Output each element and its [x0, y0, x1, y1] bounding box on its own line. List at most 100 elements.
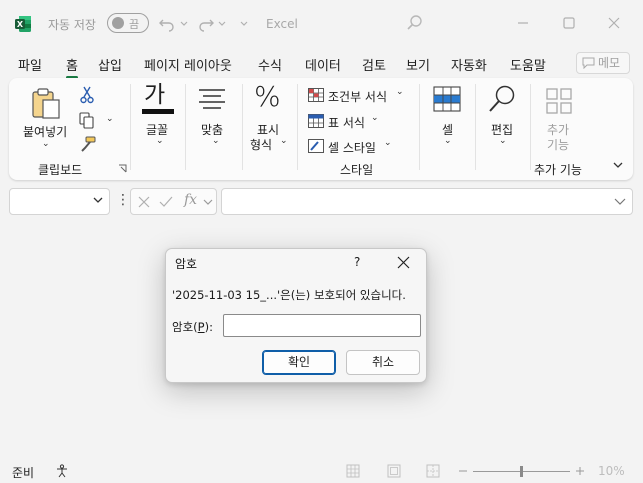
function-dropdown-icon[interactable] [203, 198, 213, 206]
cell-styles-icon[interactable] [308, 139, 324, 153]
cell-styles-label[interactable]: 셀 스타일 [328, 139, 376, 156]
tab-insert[interactable]: 삽입 [98, 55, 122, 74]
autosave-label: 자동 저장 [48, 18, 96, 32]
tab-help[interactable]: 도움말 [510, 55, 546, 74]
normal-view-icon[interactable] [346, 464, 360, 478]
copy-dropdown-icon[interactable]: ⌄ [106, 114, 114, 124]
undo-dropdown-icon[interactable] [180, 14, 188, 32]
ribbon-separator [419, 84, 420, 170]
insert-function-icon[interactable]: fx [184, 192, 197, 208]
cells-dropdown-icon[interactable]: ⌄ [444, 136, 452, 146]
editing-icon[interactable] [487, 84, 519, 114]
tab-automate[interactable]: 자동화 [451, 55, 487, 74]
password-input[interactable] [223, 314, 421, 337]
ribbon-separator [185, 84, 186, 170]
tab-formulas[interactable]: 수식 [258, 55, 282, 74]
paste-dropdown-icon[interactable]: ⌄ [42, 139, 50, 149]
ribbon-separator [530, 84, 531, 170]
password-label-accesskey: P [197, 320, 205, 334]
tab-review[interactable]: 검토 [362, 55, 386, 74]
minimize-icon[interactable] [513, 13, 533, 33]
paste-icon[interactable] [29, 86, 63, 120]
cancel-entry-icon[interactable] [138, 196, 150, 208]
customize-toolbar-icon[interactable] [239, 14, 249, 32]
zoom-out-icon[interactable] [458, 466, 468, 476]
collapse-ribbon-icon[interactable] [612, 159, 624, 171]
dialog-close-icon[interactable] [397, 256, 410, 269]
expand-formula-bar-icon[interactable] [614, 196, 626, 206]
title-bar: X 자동 저장 끔 Excel [0, 0, 643, 48]
align-icon[interactable] [197, 87, 227, 113]
zoom-slider-thumb[interactable] [520, 466, 523, 477]
cells-icon[interactable] [433, 86, 461, 112]
autosave-toggle[interactable]: 끔 [107, 13, 149, 33]
conditional-format-dropdown-icon[interactable]: ⌄ [396, 87, 404, 97]
add-ins-group-label: 추가 기능 [534, 163, 582, 177]
tab-page-layout[interactable]: 페이지 레이아웃 [144, 55, 232, 74]
tab-data[interactable]: 데이터 [305, 55, 341, 74]
zoom-in-icon[interactable] [575, 466, 585, 476]
format-painter-icon[interactable] [79, 136, 96, 153]
accessibility-icon[interactable] [55, 464, 69, 478]
font-color-bar [142, 109, 174, 114]
formula-input[interactable] [221, 188, 633, 215]
zoom-level[interactable]: 10% [598, 464, 625, 478]
paste-label[interactable]: 붙여넣기 [23, 123, 67, 140]
redo-icon[interactable] [197, 14, 215, 32]
svg-text:X: X [17, 20, 24, 29]
add-ins-icon [546, 88, 572, 114]
toggle-knob [112, 17, 124, 29]
font-big-glyph[interactable]: 가 [144, 82, 165, 108]
copy-icon[interactable] [79, 112, 95, 130]
comments-button[interactable]: 메모 [576, 52, 630, 74]
font-dropdown-icon[interactable]: ⌄ [156, 136, 164, 146]
maximize-icon[interactable] [559, 13, 579, 33]
format-as-table-label[interactable]: 표 서식 [328, 114, 365, 131]
password-label-pre: 암호( [172, 320, 198, 334]
status-bar: 준비 10% [0, 460, 643, 483]
cut-icon[interactable] [79, 86, 95, 104]
alignment-dropdown-icon[interactable]: ⌄ [212, 136, 220, 146]
name-box[interactable] [9, 188, 110, 215]
password-label-post: ): [204, 320, 213, 334]
ribbon-tabs: 파일 홈 삽입 페이지 레이아웃 수식 데이터 검토 보기 자동화 도움말 [0, 50, 643, 79]
formula-bar-more-icon[interactable]: ⋮ [116, 193, 130, 207]
confirm-entry-icon[interactable] [159, 196, 173, 208]
status-text: 준비 [12, 466, 35, 480]
formula-tools: fx [130, 188, 217, 215]
undo-icon[interactable] [158, 14, 176, 32]
cell-styles-dropdown-icon[interactable]: ⌄ [384, 138, 392, 148]
percent-icon[interactable]: % [254, 82, 281, 112]
ribbon: 붙여넣기 ⌄ ⌄ 클립보드 가 글꼴 ⌄ 맞춤 ⌄ % 표시 형식 ⌄ 조건부 … [9, 78, 633, 180]
editing-dropdown-icon[interactable]: ⌄ [499, 136, 507, 146]
dialog-message: '2025-11-03 15_...'은(는) 보호되어 있습니다. [172, 288, 406, 302]
conditional-format-icon[interactable] [308, 88, 324, 102]
page-break-view-icon[interactable] [426, 464, 440, 478]
number-format-label-2[interactable]: 형식 [250, 136, 272, 153]
close-window-icon[interactable] [604, 13, 624, 33]
redo-dropdown-icon[interactable] [218, 14, 226, 32]
tab-view[interactable]: 보기 [406, 55, 430, 74]
search-icon[interactable] [406, 14, 424, 32]
conditional-format-label[interactable]: 조건부 서식 [328, 88, 387, 105]
ok-button[interactable]: 확인 [262, 350, 336, 375]
ribbon-separator [297, 84, 298, 170]
app-title: Excel [266, 17, 298, 31]
page-layout-view-icon[interactable] [387, 464, 401, 478]
comment-icon [582, 57, 595, 69]
format-as-table-dropdown-icon[interactable]: ⌄ [371, 113, 379, 123]
comments-label: 메모 [598, 56, 621, 70]
clipboard-launcher-icon[interactable] [118, 164, 127, 173]
number-format-dropdown-icon[interactable]: ⌄ [280, 136, 288, 146]
tab-file[interactable]: 파일 [18, 55, 42, 74]
dialog-help-button[interactable]: ? [354, 255, 360, 269]
excel-logo-icon: X [15, 16, 31, 32]
dialog-title: 암호 [175, 257, 198, 271]
name-box-dropdown-icon[interactable] [93, 195, 103, 205]
cancel-button[interactable]: 취소 [346, 350, 420, 375]
tab-home[interactable]: 홈 [66, 55, 78, 79]
format-as-table-icon[interactable] [308, 114, 324, 128]
ribbon-separator [130, 84, 131, 170]
password-label: 암호(P): [172, 319, 213, 335]
ribbon-separator [475, 84, 476, 170]
